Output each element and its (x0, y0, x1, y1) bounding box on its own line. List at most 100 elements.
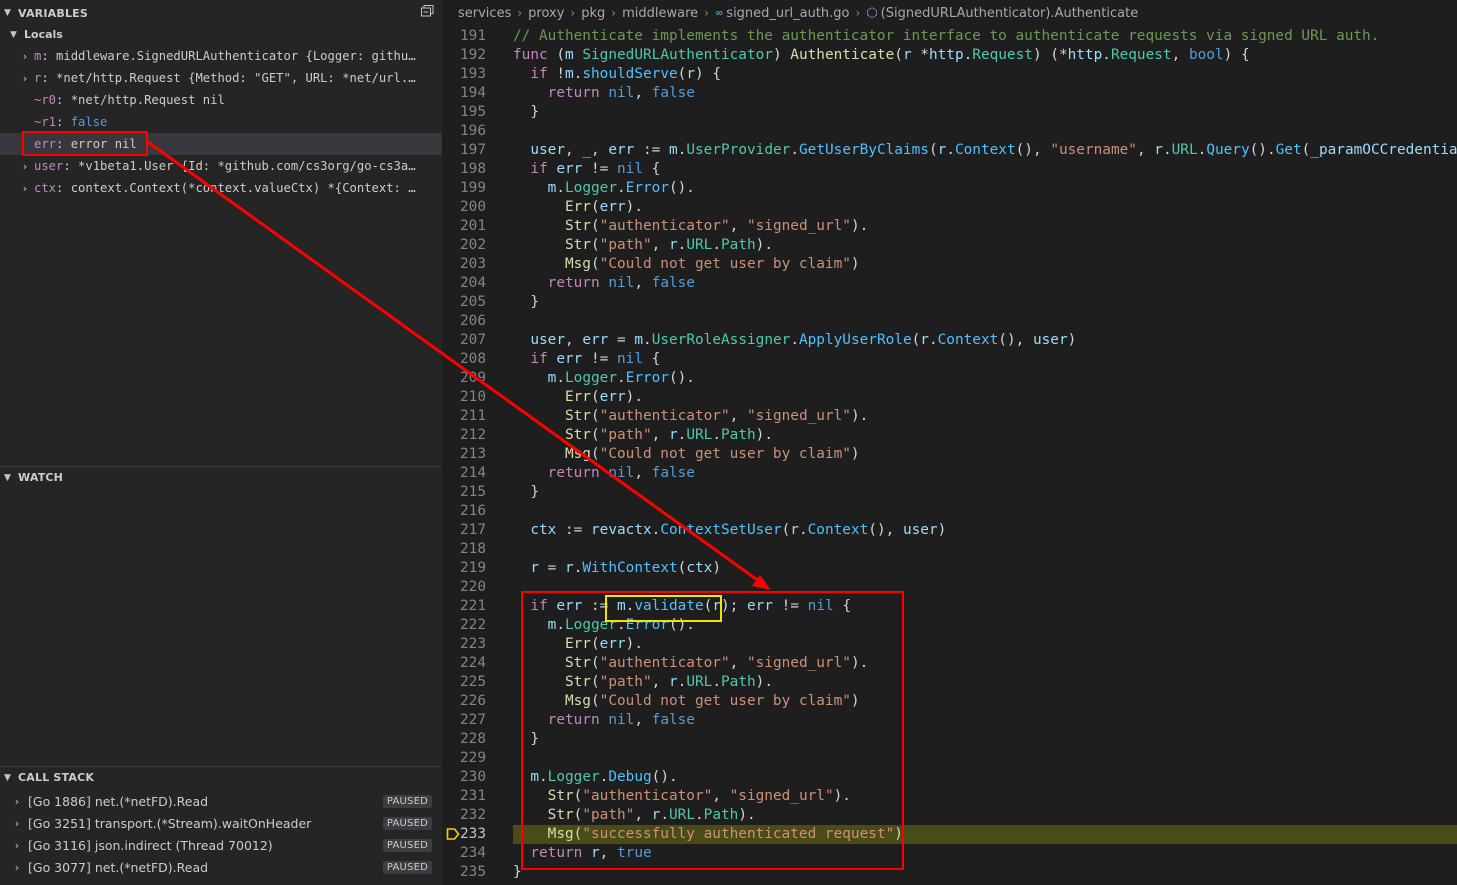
variable-row-r1[interactable]: ~r1: false (0, 111, 442, 133)
line-number[interactable]: 206 (442, 312, 486, 331)
chevron-right-icon[interactable]: › (16, 50, 34, 63)
code-line[interactable]: 193 if !m.shouldServe(r) { (442, 65, 1457, 84)
breadcrumb-item[interactable]: middleware (622, 6, 698, 21)
line-number[interactable]: 196 (442, 122, 486, 141)
code-line[interactable]: 209 m.Logger.Error(). (442, 369, 1457, 388)
breadcrumb-file[interactable]: signed_url_auth.go (726, 6, 849, 21)
line-number[interactable]: 210 (442, 388, 486, 407)
code-line[interactable]: 206 (442, 312, 1457, 331)
line-number[interactable]: 229 (442, 749, 486, 768)
collapse-all-icon[interactable] (421, 5, 434, 17)
code-line[interactable]: 217 ctx := revactx.ContextSetUser(r.Cont… (442, 521, 1457, 540)
line-number[interactable]: 202 (442, 236, 486, 255)
code-line[interactable]: 199 m.Logger.Error(). (442, 179, 1457, 198)
code-line[interactable]: 191 // Authenticate implements the authen… (442, 27, 1457, 46)
line-number[interactable]: 219 (442, 559, 486, 578)
code-line[interactable]: 215 } (442, 483, 1457, 502)
chevron-right-icon[interactable]: › (10, 817, 24, 830)
watch-section-header[interactable]: ▼ WATCH (0, 466, 442, 488)
line-number[interactable]: 217 (442, 521, 486, 540)
line-number[interactable]: 225 (442, 673, 486, 692)
breadcrumb-symbol[interactable]: (SignedURLAuthenticator).Authenticate (881, 6, 1139, 21)
line-number[interactable]: 203 (442, 255, 486, 274)
code-line[interactable]: 201 Str("authenticator", "signed_url"). (442, 217, 1457, 236)
code-line[interactable]: 212 Str("path", r.URL.Path). (442, 426, 1457, 445)
breadcrumb-item[interactable]: pkg (581, 6, 605, 21)
line-number[interactable]: 204 (442, 274, 486, 293)
code-line[interactable]: 205 } (442, 293, 1457, 312)
callstack-item[interactable]: › [Go 1886] net.(*netFD).Read PAUSED (0, 790, 442, 812)
line-number[interactable]: 198 (442, 160, 486, 179)
callstack-item[interactable]: › [Go 3116] json.indirect (Thread 70012)… (0, 834, 442, 856)
line-number[interactable]: 222 (442, 616, 486, 635)
line-number[interactable]: 234 (442, 844, 486, 863)
variable-row-ctx[interactable]: › ctx: context.Context(*context.valueCtx… (0, 177, 442, 199)
code-line[interactable]: 208 if err != nil { (442, 350, 1457, 369)
variable-row-m[interactable]: › m: middleware.SignedURLAuthenticator {… (0, 45, 442, 67)
line-number[interactable]: 221 (442, 597, 486, 616)
code-line[interactable]: 218 (442, 540, 1457, 559)
line-number[interactable]: 191 (442, 27, 486, 46)
code-line[interactable]: 197 user, _, err := m.UserProvider.GetUs… (442, 141, 1457, 160)
callstack-section-header[interactable]: ▼ CALL STACK (0, 766, 442, 788)
code-line[interactable]: 214 return nil, false (442, 464, 1457, 483)
line-number[interactable]: 215 (442, 483, 486, 502)
code-line[interactable]: 198 if err != nil { (442, 160, 1457, 179)
line-number[interactable]: 207 (442, 331, 486, 350)
line-number[interactable]: 213 (442, 445, 486, 464)
code-line[interactable]: 195 } (442, 103, 1457, 122)
code-line[interactable]: 207 user, err = m.UserRoleAssigner.Apply… (442, 331, 1457, 350)
variable-row-r[interactable]: › r: *net/http.Request {Method: "GET", U… (0, 67, 442, 89)
code-line[interactable]: 203 Msg("Could not get user by claim") (442, 255, 1457, 274)
variable-row-user[interactable]: › user: *v1beta1.User {Id: *github.com/c… (0, 155, 442, 177)
code-line[interactable]: 216 (442, 502, 1457, 521)
line-number[interactable]: 232 (442, 806, 486, 825)
code-line[interactable]: 200 Err(err). (442, 198, 1457, 217)
line-number[interactable]: 199 (442, 179, 486, 198)
line-number[interactable]: 214 (442, 464, 486, 483)
line-number[interactable]: 205 (442, 293, 486, 312)
code-line[interactable]: 192 func (m SignedURLAuthenticator) Authe… (442, 46, 1457, 65)
line-number[interactable]: 200 (442, 198, 486, 217)
line-number[interactable]: 211 (442, 407, 486, 426)
line-number[interactable]: 220 (442, 578, 486, 597)
line-number[interactable]: 195 (442, 103, 486, 122)
breadcrumb-item[interactable]: services (458, 6, 511, 21)
line-number[interactable]: 228 (442, 730, 486, 749)
chevron-right-icon[interactable]: › (10, 795, 24, 808)
callstack-item[interactable]: › [Go 3077] net.(*netFD).Read PAUSED (0, 856, 442, 878)
line-number[interactable]: 208 (442, 350, 486, 369)
chevron-right-icon[interactable]: › (16, 72, 34, 85)
breadcrumb-item[interactable]: proxy (528, 6, 564, 21)
line-number[interactable]: 212 (442, 426, 486, 445)
line-number[interactable]: 193 (442, 65, 486, 84)
line-number[interactable]: 230 (442, 768, 486, 787)
line-number[interactable]: 192 (442, 46, 486, 65)
code-line[interactable]: 202 Str("path", r.URL.Path). (442, 236, 1457, 255)
line-number[interactable]: 216 (442, 502, 486, 521)
variable-row-r0[interactable]: ~r0: *net/http.Request nil (0, 89, 442, 111)
variables-section-header[interactable]: ▼ VARIABLES (0, 2, 442, 24)
line-number[interactable]: 226 (442, 692, 486, 711)
code-line[interactable]: 219 r = r.WithContext(ctx) (442, 559, 1457, 578)
code-line[interactable]: 210 Err(err). (442, 388, 1457, 407)
code-line[interactable]: 213 Msg("Could not get user by claim") (442, 445, 1457, 464)
current-execution-icon[interactable] (446, 827, 460, 841)
code-line[interactable]: 196 (442, 122, 1457, 141)
line-number[interactable]: 235 (442, 863, 486, 882)
line-number[interactable]: 223 (442, 635, 486, 654)
chevron-right-icon[interactable]: › (16, 160, 34, 173)
locals-scope[interactable]: ▼ Locals (0, 24, 442, 45)
chevron-right-icon[interactable]: › (16, 182, 34, 195)
callstack-item[interactable]: › [Go 3251] transport.(*Stream).waitOnHe… (0, 812, 442, 834)
line-number[interactable]: 227 (442, 711, 486, 730)
line-number[interactable]: 231 (442, 787, 486, 806)
line-number[interactable]: 201 (442, 217, 486, 236)
chevron-right-icon[interactable]: › (10, 839, 24, 852)
chevron-right-icon[interactable]: › (10, 861, 24, 874)
line-number[interactable]: 224 (442, 654, 486, 673)
code-line[interactable]: 194 return nil, false (442, 84, 1457, 103)
line-number[interactable]: 209 (442, 369, 486, 388)
code-line[interactable]: 204 return nil, false (442, 274, 1457, 293)
code-line[interactable]: 211 Str("authenticator", "signed_url"). (442, 407, 1457, 426)
